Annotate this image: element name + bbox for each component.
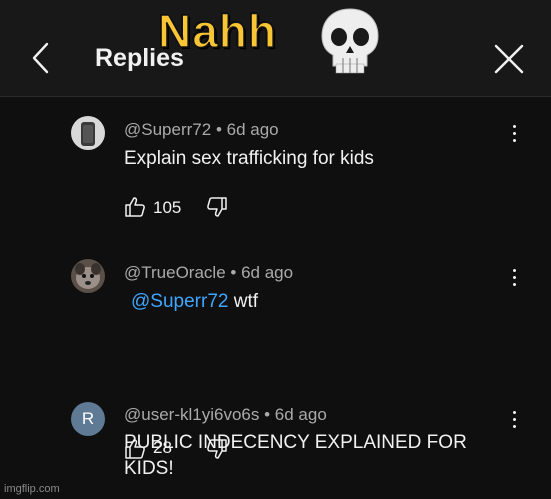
- comment-meta: @Superr72 • 6d ago: [124, 120, 279, 140]
- more-vert-icon[interactable]: [510, 125, 518, 145]
- thumbs-up-icon[interactable]: [124, 196, 146, 218]
- avatar[interactable]: [71, 259, 105, 293]
- comment-text: PUBLIC INDECENCY EXPLAINED FOR KIDS!: [124, 430, 467, 482]
- comment-handle[interactable]: @Superr72: [124, 120, 211, 139]
- replies-thread: @Superr72 • 6d ago Explain sex trafficki…: [0, 97, 551, 499]
- comment-meta: @user-kl1yi6vo6s • 6d ago: [124, 405, 327, 425]
- mention-link[interactable]: @Superr72: [131, 291, 228, 312]
- comment-handle[interactable]: @TrueOracle: [124, 263, 226, 282]
- comment-text: Explain sex trafficking for kids: [124, 148, 374, 169]
- comment-text-line: KIDS!: [124, 458, 174, 479]
- meta-separator: •: [215, 120, 227, 139]
- more-vert-icon[interactable]: [510, 411, 518, 431]
- comment-text-content: wtf: [233, 291, 259, 312]
- comment-meta: @TrueOracle • 6d ago: [124, 263, 293, 283]
- comment-age: 6d ago: [226, 120, 279, 139]
- back-arrow-icon[interactable]: [27, 40, 55, 76]
- meta-separator: •: [230, 263, 242, 282]
- skull-icon: [321, 8, 379, 74]
- more-vert-icon[interactable]: [510, 269, 518, 289]
- close-icon[interactable]: [492, 42, 526, 76]
- thumbs-down-icon[interactable]: [206, 196, 228, 218]
- meta-separator: •: [264, 405, 275, 424]
- comment-text-line: PUBLIC INDECENCY EXPLAINED FOR: [124, 432, 467, 453]
- avatar[interactable]: [71, 116, 105, 150]
- watermark: imgflip.com: [4, 483, 60, 495]
- meme-caption: Nahh: [157, 4, 277, 58]
- comment-age: 6d ago: [274, 405, 327, 424]
- comment-handle[interactable]: @user-kl1yi6vo6s: [124, 405, 259, 424]
- avatar[interactable]: R: [71, 402, 105, 436]
- comment-age: 6d ago: [241, 263, 294, 282]
- comment-text: @Superr72 wtf: [131, 289, 258, 315]
- like-count: 105: [153, 198, 182, 217]
